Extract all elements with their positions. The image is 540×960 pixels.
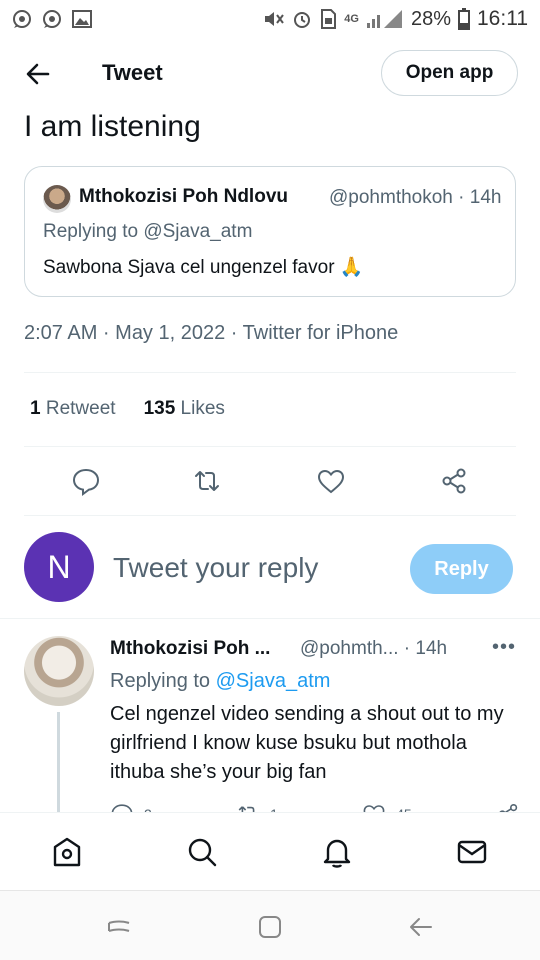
network-type-icon: 4G: [344, 13, 359, 25]
signal-icon: [366, 9, 404, 29]
share-icon[interactable]: [439, 466, 469, 496]
quoted-avatar[interactable]: [43, 185, 71, 213]
notification-icons: [12, 9, 92, 29]
like-icon[interactable]: [316, 466, 346, 496]
open-app-button[interactable]: Open app: [381, 50, 518, 96]
replying-prefix: Replying to: [110, 670, 216, 692]
reply-tweet[interactable]: Mthokozisi Poh ... @pohmth... · 14h ••• …: [0, 620, 540, 812]
battery-percent: 28%: [410, 7, 451, 30]
quoted-text: Sawbona Sjava cel ungenzel favor 🙏: [43, 257, 364, 278]
reply-share-action[interactable]: [496, 802, 520, 812]
mute-icon: [263, 9, 285, 29]
retweet-icon: [238, 806, 255, 812]
status-bar: 4G 28% 16:11: [0, 0, 540, 38]
battery-icon: [458, 8, 470, 30]
search-icon[interactable]: [185, 835, 219, 869]
quoted-replying-to: Replying to @Sjava_atm: [43, 221, 253, 242]
reply-actions: 2 1 45: [110, 802, 520, 812]
reply-input[interactable]: Tweet your reply: [113, 552, 318, 584]
reply-composer: N Tweet your reply Reply: [0, 532, 540, 604]
divider: [24, 446, 516, 447]
divider: [24, 372, 516, 373]
likes-label: Likes: [180, 398, 225, 419]
retweets-count: 1: [30, 398, 41, 419]
messages-envelope-icon[interactable]: [455, 835, 489, 869]
reply-button[interactable]: Reply: [410, 544, 513, 594]
reply-like-action[interactable]: 45: [362, 802, 412, 812]
image-notification-icon: [72, 10, 92, 28]
notifications-bell-icon[interactable]: [320, 835, 354, 869]
thread-line: [57, 712, 60, 812]
tweet-meta: 2:07 AM · May 1, 2022 · Twitter for iPho…: [24, 322, 399, 344]
reply-replying-to: Replying to @Sjava_atm: [110, 670, 330, 693]
chat-notification-icon: [12, 9, 34, 29]
page-title: Tweet: [102, 60, 163, 85]
sim-icon: [319, 9, 337, 29]
quoted-author-name: Mthokozisi Poh Ndlovu: [79, 186, 288, 207]
quoted-handle-time: @pohmthokoh · 14h: [329, 187, 502, 208]
home-icon[interactable]: [50, 835, 84, 869]
like-icon: [363, 805, 385, 812]
back-arrow-icon[interactable]: [24, 60, 52, 88]
recent-apps-icon[interactable]: [105, 913, 133, 941]
alarm-icon: [292, 9, 312, 29]
retweet-icon[interactable]: [192, 466, 222, 496]
more-options-icon[interactable]: •••: [492, 636, 516, 659]
reply-retweet-action[interactable]: 1: [236, 802, 278, 812]
retweets-label: Retweet: [45, 398, 116, 419]
tweet-text: I am listening: [24, 110, 201, 143]
reply-icon[interactable]: [71, 466, 101, 496]
retweets-stat[interactable]: 1 Retweet: [30, 398, 116, 420]
system-navigation-bar: [0, 890, 540, 960]
quoted-tweet[interactable]: Mthokozisi Poh Ndlovu @pohmthokoh · 14h …: [24, 166, 516, 297]
tweet-actions: [0, 466, 540, 498]
reply-handle-time: @pohmth... · 14h: [300, 638, 448, 659]
tweet-stats: 1 Retweet 135 Likes: [30, 398, 225, 420]
reply-author-name: Mthokozisi Poh ...: [110, 638, 271, 659]
replying-handle-link[interactable]: @Sjava_atm: [216, 670, 331, 692]
reply-author-avatar[interactable]: [24, 636, 94, 706]
user-avatar[interactable]: N: [24, 532, 94, 602]
tweet-header: Tweet Open app: [0, 38, 540, 110]
reply-reply-action[interactable]: 2: [110, 802, 152, 812]
reply-icon: [111, 804, 133, 812]
reply-text: Cel ngenzel video sending a shout out to…: [110, 703, 504, 783]
likes-count: 135: [143, 398, 176, 419]
chat-notification-icon-2: [42, 9, 64, 29]
home-button-icon[interactable]: [256, 913, 284, 941]
back-button-icon[interactable]: [407, 913, 435, 941]
clock: 16:11: [477, 7, 528, 30]
likes-stat[interactable]: 135 Likes: [144, 398, 225, 420]
divider: [0, 618, 540, 619]
divider: [24, 515, 516, 516]
share-icon: [499, 804, 518, 812]
bottom-navigation: [0, 812, 540, 890]
